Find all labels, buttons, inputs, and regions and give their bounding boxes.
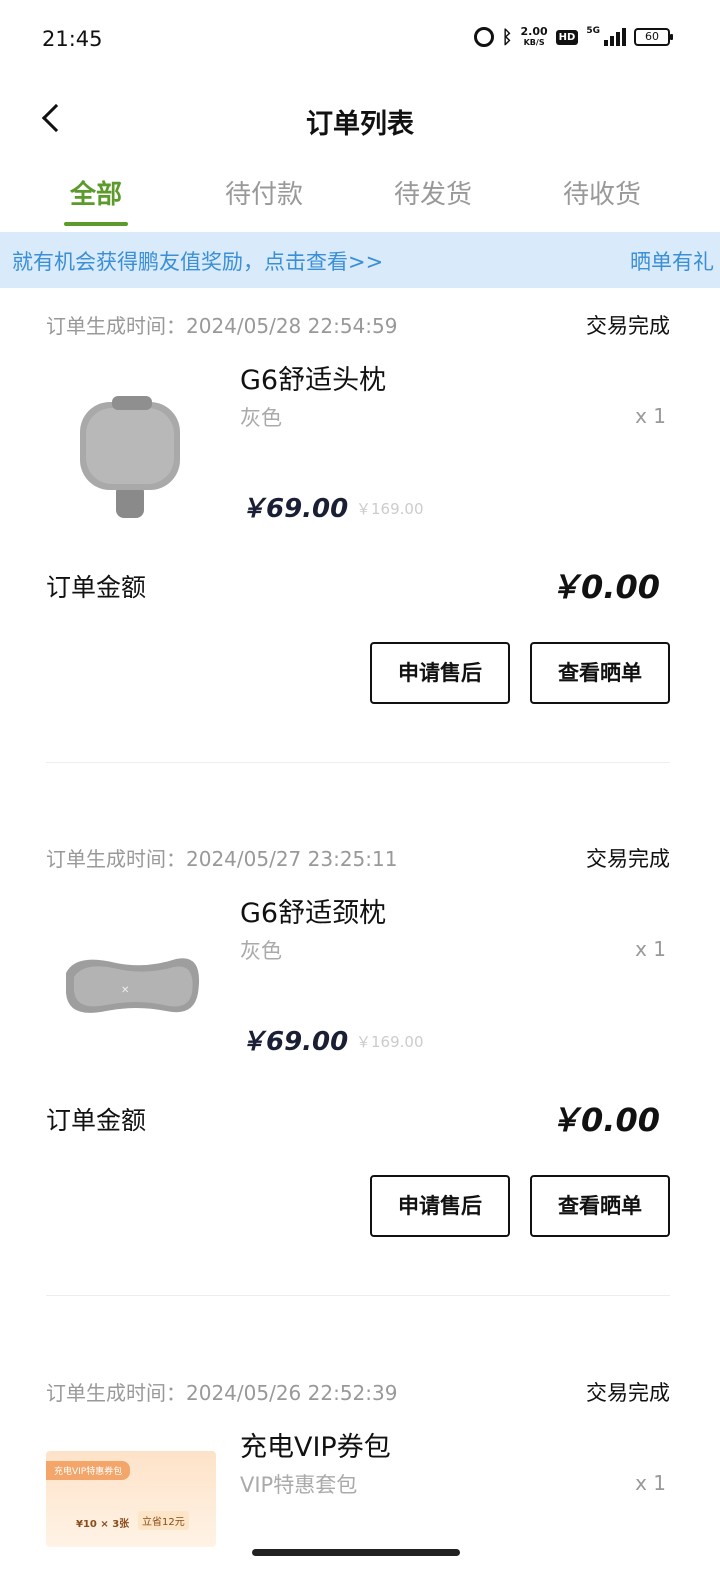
product-name: 充电VIP券包 (240, 1432, 391, 1463)
product-variant: VIP特惠套包 (240, 1473, 358, 1497)
order-time: 订单生成时间：2024/05/26 22:52:39 (46, 1381, 398, 1405)
apply-aftersale-button[interactable]: 申请售后 (370, 1175, 510, 1237)
voucher-save: 立省12元 (138, 1511, 189, 1530)
order-amount-value: ￥0.00 (549, 568, 660, 606)
order-time: 订单生成时间：2024/05/28 22:54:59 (46, 314, 398, 338)
status-icons: ᛒ 2.00 KB/S HD 5G 60 (473, 26, 673, 48)
order-divider (46, 1295, 670, 1296)
order-divider (46, 762, 670, 763)
product-image-neck-pillow[interactable]: ✕ (46, 913, 216, 1053)
product-original-price: ￥169.00 (356, 1033, 424, 1051)
bluetooth-icon: ᛒ (501, 26, 513, 48)
product-image-headrest[interactable] (46, 380, 216, 520)
signal-icon (604, 28, 626, 46)
product-quantity: x 1 (635, 1471, 666, 1495)
tab-active-indicator (64, 222, 128, 226)
product-name: G6舒适颈枕 (240, 898, 387, 929)
order-time: 订单生成时间：2024/05/27 23:25:11 (46, 847, 398, 871)
banner-text: 就有机会获得鹏友值奖励，点击查看>> (12, 250, 384, 274)
view-review-button[interactable]: 查看晒单 (530, 642, 670, 704)
view-review-button[interactable]: 查看晒单 (530, 1175, 670, 1237)
product-quantity: x 1 (635, 404, 666, 428)
product-quantity: x 1 (635, 937, 666, 961)
product-price: ￥69.00 (240, 494, 349, 524)
page-title: 订单列表 (306, 109, 414, 140)
order-card: 订单生成时间：2024/05/27 23:25:11 交易完成 ✕ G6舒适颈枕… (46, 843, 670, 1303)
hd-icon: HD (555, 29, 579, 45)
order-card: 订单生成时间：2024/05/28 22:54:59 交易完成 G6舒适头枕 灰… (46, 310, 670, 770)
network-speed-unit: KB/S (523, 38, 545, 47)
product-variant: 灰色 (240, 406, 282, 430)
status-time: 21:45 (42, 27, 103, 51)
battery-level: 60 (645, 30, 659, 43)
svg-text:✕: ✕ (121, 985, 129, 996)
nav-bar: 订单列表 (0, 80, 720, 160)
voucher-tag: 充电VIP特惠券包 (46, 1461, 131, 1480)
order-amount-label: 订单金额 (46, 1106, 147, 1135)
home-indicator[interactable] (252, 1549, 460, 1556)
order-status: 交易完成 (586, 314, 670, 338)
product-price: ￥69.00 (240, 1027, 349, 1057)
tab-pending-payment[interactable]: 待付款 (194, 174, 334, 211)
order-card: 订单生成时间：2024/05/26 22:52:39 交易完成 充电VIP特惠券… (46, 1377, 670, 1547)
order-tabs: 全部 待付款 待发货 待收货 (0, 160, 720, 232)
tab-pending-receipt[interactable]: 待收货 (532, 174, 672, 211)
network-type: 5G (586, 26, 600, 36)
alarm-icon (473, 27, 494, 47)
apply-aftersale-button[interactable]: 申请售后 (370, 642, 510, 704)
banner-text-2: 晒单有礼 (630, 250, 714, 274)
product-name: G6舒适头枕 (240, 365, 387, 396)
product-variant: 灰色 (240, 939, 282, 963)
status-bar: 21:45 ᛒ 2.00 KB/S HD 5G 60 (0, 0, 720, 80)
order-status: 交易完成 (586, 847, 670, 871)
voucher-count: ¥10 × 3张 (76, 1519, 130, 1530)
network-speed-value: 2.00 (520, 25, 548, 38)
product-image-vip-voucher[interactable]: 充电VIP特惠券包 ¥10 × 3张 立省12元 (46, 1451, 216, 1547)
order-amount-label: 订单金额 (46, 573, 147, 602)
tab-pending-shipment[interactable]: 待发货 (363, 174, 503, 211)
tab-all[interactable]: 全部 (26, 174, 166, 211)
order-amount-value: ￥0.00 (549, 1101, 660, 1139)
promo-banner[interactable]: 就有机会获得鹏友值奖励，点击查看>> 晒单有礼 (0, 232, 720, 288)
product-original-price: ￥169.00 (356, 500, 424, 518)
battery-icon: 60 (634, 28, 673, 46)
network-speed: 2.00 KB/S (521, 26, 548, 48)
order-status: 交易完成 (586, 1381, 670, 1405)
